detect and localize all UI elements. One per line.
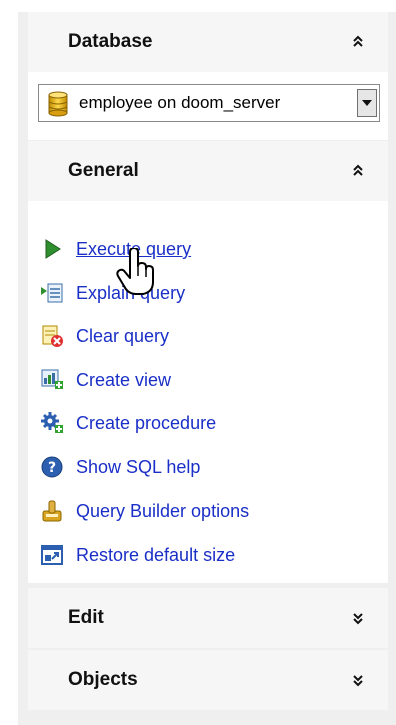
chevron-down-icon xyxy=(362,100,372,106)
database-cylinder-icon xyxy=(47,91,69,122)
clear-query-link[interactable]: Clear query xyxy=(40,321,370,351)
restore-default-size-link[interactable]: Restore default size xyxy=(40,540,370,570)
dropdown-arrow-button[interactable] xyxy=(357,89,377,117)
database-section-body: employee on doom_server xyxy=(28,72,388,140)
gear-plus-icon xyxy=(40,411,64,435)
general-section-title: General xyxy=(68,160,139,181)
objects-section-title: Objects xyxy=(68,669,138,690)
database-section-header[interactable]: Database xyxy=(28,12,388,72)
show-sql-help-label: Show SQL help xyxy=(76,457,201,477)
database-section-title: Database xyxy=(68,31,153,52)
create-view-icon xyxy=(40,368,64,392)
show-sql-help-link[interactable]: ? Show SQL help xyxy=(40,452,370,482)
edit-section-title: Edit xyxy=(68,607,104,628)
help-icon: ? xyxy=(40,455,64,479)
chevron-double-down-icon[interactable] xyxy=(350,650,366,710)
clear-query-label: Clear query xyxy=(76,326,170,346)
database-select[interactable]: employee on doom_server xyxy=(38,84,380,122)
query-builder-options-link[interactable]: Query Builder options xyxy=(40,496,370,526)
database-select-value: employee on doom_server xyxy=(79,93,281,112)
create-view-link[interactable]: Create view xyxy=(40,365,370,395)
chevron-double-down-icon[interactable] xyxy=(350,588,366,648)
general-section-body: Execute query Explain query Clear query … xyxy=(28,201,388,583)
explain-plan-icon xyxy=(40,281,64,305)
clear-document-icon xyxy=(40,324,64,348)
restore-default-size-label: Restore default size xyxy=(76,545,236,565)
chevron-double-up-icon[interactable] xyxy=(350,12,366,72)
execute-query-link[interactable]: Execute query xyxy=(40,234,370,264)
hand-pointer-cursor xyxy=(116,247,156,301)
objects-section-header[interactable]: Objects xyxy=(28,650,388,710)
general-section-header[interactable]: General xyxy=(28,141,388,201)
create-procedure-label: Create procedure xyxy=(76,413,217,433)
create-procedure-link[interactable]: Create procedure xyxy=(40,408,370,438)
chevron-double-up-icon[interactable] xyxy=(350,141,366,201)
query-builder-options-label: Query Builder options xyxy=(76,501,250,521)
explain-query-link[interactable]: Explain query xyxy=(40,278,370,308)
svg-text:?: ? xyxy=(48,460,56,476)
create-view-label: Create view xyxy=(76,370,172,390)
options-icon xyxy=(40,499,64,523)
play-icon xyxy=(40,237,64,261)
navigation-bar: Database employee on doom_server General… xyxy=(18,12,396,725)
restore-size-icon xyxy=(40,543,64,567)
edit-section-header[interactable]: Edit xyxy=(28,588,388,648)
